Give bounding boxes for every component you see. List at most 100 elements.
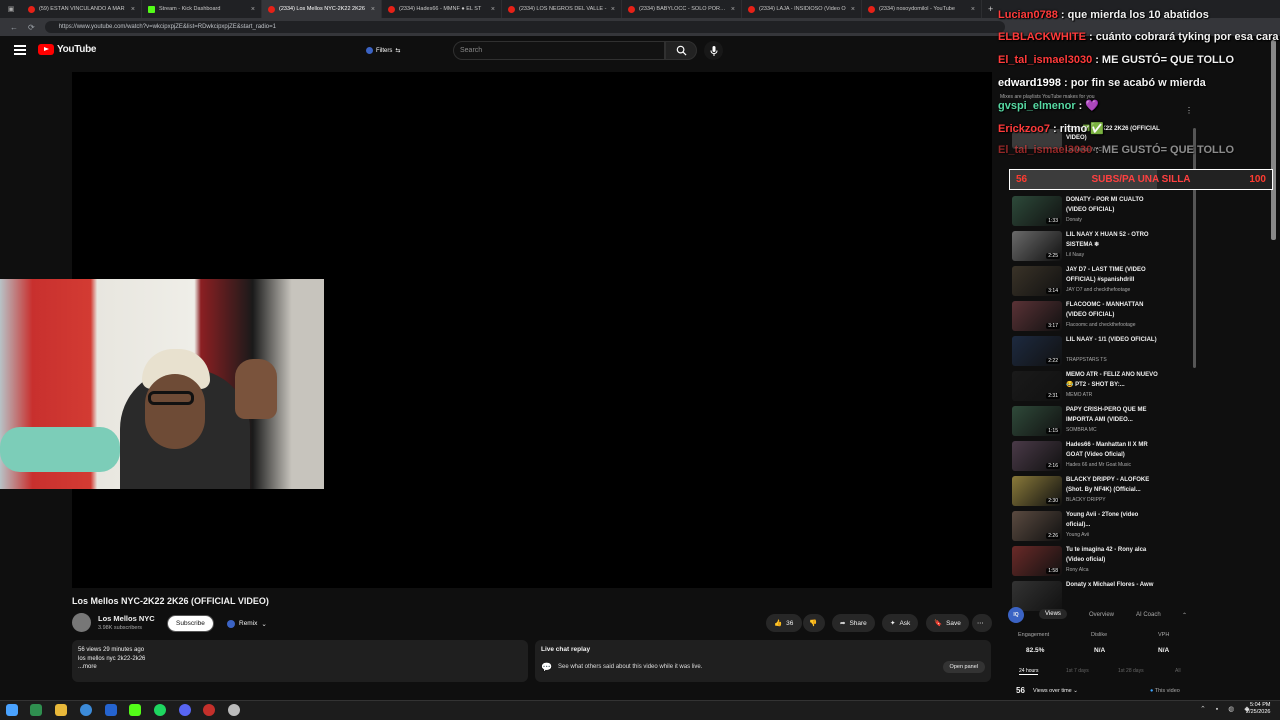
playlist-item-title[interactable]: Donaty x Michael Flores - Aww (1066, 581, 1162, 591)
playlist-item[interactable]: 2:26 Young Avii - 2Tone (video oficial)..… (1008, 510, 1196, 545)
tab-ai-coach[interactable]: AI Coach (1136, 612, 1161, 618)
video-thumbnail[interactable] (1012, 581, 1062, 611)
playlist-item[interactable]: 3:17 FLACOOMC - MANHATTAN (VIDEO OFICIAL)… (1008, 300, 1196, 335)
playlist-item-title[interactable]: Young Avii - 2Tone (video oficial)... (1066, 511, 1162, 530)
range-28d[interactable]: 1st 28 days (1118, 668, 1144, 674)
browser-tab[interactable]: (2334) Los Mellos NYC-2K22 2K26 × (262, 0, 382, 18)
like-button[interactable]: 👍 36 (766, 614, 802, 632)
browser-tab[interactable]: (59) ESTÁN VINCULANDO A MAR × (22, 0, 142, 18)
close-tab-icon[interactable]: × (491, 6, 495, 13)
playlist-item[interactable]: Donaty x Michael Flores - Aww (1008, 580, 1196, 615)
playlist-item-title[interactable]: MEMO ATR - FELIZ AÑO NUEVO 😂 PT2 - SHOT … (1066, 371, 1162, 390)
playlist-item[interactable]: 1:15 PAPY CRISH-PERO QUE ME IMPORTA AMI (… (1008, 405, 1196, 440)
folder-icon[interactable] (55, 704, 67, 716)
browser-tab[interactable]: (2334) LAJA - INSIDIOSO (Video O × (742, 0, 862, 18)
page-scrollbar[interactable] (1271, 40, 1276, 240)
share-button[interactable]: ➦ Share (832, 614, 875, 632)
playlist-item[interactable]: 3:14 JAY D7 - LAST TIME (VIDEO OFFICIAL) … (1008, 265, 1196, 300)
video-thumbnail[interactable]: 2:22 (1012, 336, 1062, 366)
back-icon[interactable]: ← (10, 23, 18, 32)
reload-icon[interactable]: ⟳ (28, 23, 35, 32)
playlist-item[interactable]: 1:58 Tu te imagina 42 - Rony alca (Video … (1008, 545, 1196, 580)
dislike-button[interactable]: 👎 (803, 614, 825, 632)
range-all[interactable]: All (1175, 668, 1181, 674)
close-tab-icon[interactable]: × (131, 6, 135, 13)
search-input[interactable]: Search (453, 41, 665, 60)
taskbar-clock[interactable]: 5:04 PM 2/25/2026 (1246, 702, 1270, 716)
kick-icon[interactable] (129, 704, 141, 716)
youtube-favicon-icon (628, 5, 635, 13)
browser-tab[interactable]: (2334) Hades66 - MMNF ● EL ST × (382, 0, 502, 18)
video-thumbnail[interactable]: 2:30 (1012, 476, 1062, 506)
playlist-item[interactable]: 1:33 DONATY - POR MI CUALTO (VIDEO OFICIA… (1008, 195, 1196, 230)
start-icon[interactable] (6, 704, 18, 716)
description-box[interactable]: 56 views 29 minutes ago los mellos nyc 2… (72, 640, 528, 682)
close-tab-icon[interactable]: × (371, 6, 375, 13)
playlist-item-title[interactable]: DONATY - POR MI CUALTO (VIDEO OFICIAL) (1066, 196, 1162, 215)
playlist-item[interactable]: 2:31 MEMO ATR - FELIZ AÑO NUEVO 😂 PT2 - S… (1008, 370, 1196, 405)
more-actions-button[interactable]: ⋯ (972, 614, 992, 632)
url-field[interactable]: https://www.youtube.com/watch?v=wkcipxpj… (44, 21, 1005, 33)
video-thumbnail[interactable]: 2:26 (1012, 511, 1062, 541)
app-icon-2[interactable] (228, 704, 240, 716)
browser-tab[interactable]: (2334) LOS NEGROS DEL VALLE - × (502, 0, 622, 18)
views-over-time-dropdown[interactable]: Views over time ⌄ (1033, 688, 1078, 694)
video-thumbnail[interactable]: 3:14 (1012, 266, 1062, 296)
playlist-item-title[interactable]: Hades66 - Manhattan II X MR GOAT (Video … (1066, 441, 1162, 460)
new-tab-icon[interactable]: + (988, 4, 993, 14)
store-icon[interactable] (105, 704, 117, 716)
spotify-icon[interactable] (154, 704, 166, 716)
video-thumbnail[interactable]: 1:33 (1012, 196, 1062, 226)
window-menu-icon[interactable]: ▣ (0, 5, 22, 13)
video-thumbnail[interactable]: 3:17 (1012, 301, 1062, 331)
playlist-item-title[interactable]: LIL NAAY - 1/1 (VIDEO OFICIAL) (1066, 336, 1162, 346)
playlist-item-title[interactable]: JAY D7 - LAST TIME (VIDEO OFFICIAL) #spa… (1066, 266, 1162, 285)
search-button[interactable] (665, 41, 697, 60)
youtube-logo[interactable]: YouTube (38, 44, 97, 55)
filters-button[interactable]: Filters ⇆ (360, 43, 406, 58)
playlist-item-title[interactable]: PAPY CRISH-PERO QUE ME IMPORTA AMI (VIDE… (1066, 406, 1162, 425)
close-tab-icon[interactable]: × (971, 6, 975, 13)
browser-tab[interactable]: (2334) nosoydomilol - YouTube × (862, 0, 982, 18)
save-button[interactable]: 🔖 Save (926, 614, 969, 632)
playlist-item-title[interactable]: Tu te imagina 42 - Rony alca (Video ofic… (1066, 546, 1162, 565)
playlist-item-title[interactable]: LIL NAAY X HUAN 52 - OTRO SISTEMA ❄ (1066, 231, 1162, 250)
channel-name[interactable]: Los Mellos NYC (98, 614, 155, 623)
show-more-link[interactable]: ...more (78, 663, 522, 672)
subscribe-button[interactable]: Subscribe (167, 615, 214, 632)
video-thumbnail[interactable]: 2:31 (1012, 371, 1062, 401)
close-tab-icon[interactable]: × (251, 6, 255, 13)
range-24h[interactable]: 24 hours (1019, 668, 1039, 675)
playlist-item[interactable]: 2:30 BLACKY DRIPPY - ALOFOKE (Shot. By NF… (1008, 475, 1196, 510)
close-tab-icon[interactable]: × (851, 6, 855, 13)
more-vertical-icon[interactable]: ⋮ (1185, 106, 1193, 115)
video-thumbnail[interactable]: 1:58 (1012, 546, 1062, 576)
video-thumbnail[interactable]: 1:15 (1012, 406, 1062, 436)
tab-views[interactable]: Views (1039, 609, 1067, 619)
playlist-item[interactable]: 2:16 Hades66 - Manhattan II X MR GOAT (Vi… (1008, 440, 1196, 475)
voice-search-button[interactable] (704, 41, 723, 60)
open-panel-button[interactable]: Open panel (942, 661, 985, 673)
playlist-item-title[interactable]: BLACKY DRIPPY - ALOFOKE (Shot. By NF4K) … (1066, 476, 1162, 495)
playlist-item-title[interactable]: FLACOOMC - MANHATTAN (VIDEO OFICIAL) (1066, 301, 1162, 320)
close-tab-icon[interactable]: × (611, 6, 615, 13)
discord-icon[interactable] (179, 704, 191, 716)
tab-overview[interactable]: Overview (1089, 612, 1114, 618)
browser-tab[interactable]: (2334) BABYLOCC - SOLO POR DI × (622, 0, 742, 18)
browser-tab[interactable]: Stream - Kick Dashboard × (142, 0, 262, 18)
obs-icon[interactable] (203, 704, 215, 716)
app-icon[interactable] (30, 704, 42, 716)
video-thumbnail[interactable]: 2:16 (1012, 441, 1062, 471)
playlist-scrollbar[interactable] (1193, 128, 1196, 368)
channel-avatar[interactable] (72, 613, 91, 632)
hamburger-menu-icon[interactable] (14, 45, 26, 55)
playlist-item[interactable]: 2:22 LIL NAAY - 1/1 (VIDEO OFICIAL) TRAPPS… (1008, 335, 1196, 370)
remix-button[interactable]: Remix ⌄ (221, 615, 273, 632)
range-7d[interactable]: 1st 7 days (1066, 668, 1089, 674)
video-thumbnail[interactable]: 2:25 (1012, 231, 1062, 261)
collapse-icon[interactable]: ⌃ (1182, 612, 1187, 619)
close-tab-icon[interactable]: × (731, 6, 735, 13)
playlist-item[interactable]: 2:25 LIL NAAY X HUAN 52 - OTRO SISTEMA ❄ L… (1008, 230, 1196, 265)
ask-button[interactable]: ✦ Ask (882, 614, 919, 632)
browser-icon[interactable] (80, 704, 92, 716)
